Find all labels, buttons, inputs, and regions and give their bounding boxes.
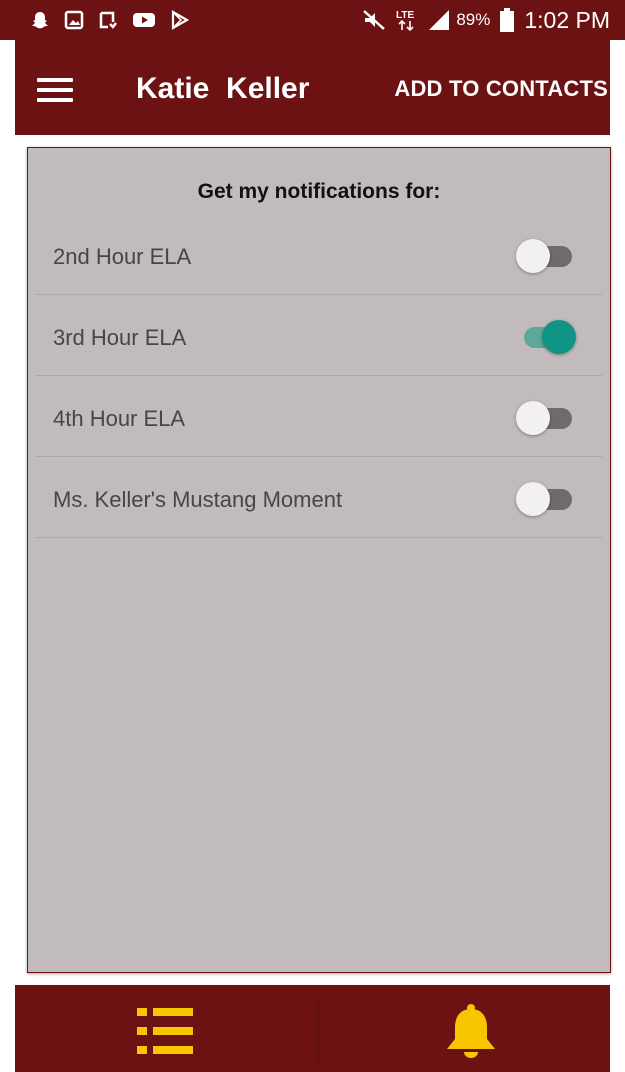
status-bar-system: LTE 89% 1:02 PM: [352, 7, 610, 34]
bell-icon: [447, 1004, 495, 1058]
notification-row-mustang-moment[interactable]: Ms. Keller's Mustang Moment: [36, 457, 602, 538]
notifications-panel: Get my notifications for: 2nd Hour ELA 3…: [27, 147, 611, 973]
tab-list[interactable]: [15, 985, 312, 1072]
notification-toggle[interactable]: [516, 482, 574, 516]
snapchat-icon: [30, 10, 50, 30]
list-icon: [137, 1008, 193, 1054]
notification-row-3rd-hour-ela[interactable]: 3rd Hour ELA: [36, 295, 602, 376]
toggle-thumb: [516, 239, 550, 273]
notification-label: Ms. Keller's Mustang Moment: [53, 487, 343, 512]
youtube-icon: [132, 10, 156, 30]
notification-row-4th-hour-ela[interactable]: 4th Hour ELA: [36, 376, 602, 457]
play-store-icon: [170, 10, 190, 30]
notification-toggle[interactable]: [516, 320, 576, 354]
notification-label: 4th Hour ELA: [53, 406, 186, 431]
toggle-thumb: [516, 401, 550, 435]
notification-list: 2nd Hour ELA 3rd Hour ELA 4th Hour ELA M…: [36, 214, 602, 538]
mute-icon: [362, 9, 386, 31]
bottom-navigation: [15, 985, 610, 1072]
notification-toggle[interactable]: [516, 239, 574, 273]
signal-icon: [428, 9, 450, 31]
page-title: Katie Keller: [136, 72, 310, 105]
gallery-icon: [64, 10, 84, 30]
clock: 1:02 PM: [524, 6, 610, 33]
battery-percent: 89%: [456, 10, 491, 29]
panel-title: Get my notifications for:: [197, 180, 441, 203]
status-bar-notifications: [30, 10, 204, 30]
add-to-contacts-button[interactable]: ADD TO CONTACTS: [394, 76, 608, 102]
toggle-thumb: [542, 320, 576, 354]
notification-row-2nd-hour-ela[interactable]: 2nd Hour ELA: [36, 214, 602, 295]
notification-label: 2nd Hour ELA: [53, 244, 192, 269]
status-bar: LTE 89% 1:02 PM: [0, 0, 625, 40]
lte-icon: LTE: [396, 8, 418, 32]
notification-toggle[interactable]: [516, 401, 574, 435]
battery-icon: [500, 8, 515, 32]
app-bar: Katie Keller ADD TO CONTACTS: [15, 40, 610, 135]
tab-notifications[interactable]: [313, 985, 610, 1072]
svg-text:LTE: LTE: [396, 10, 414, 21]
toggle-thumb: [516, 482, 550, 516]
hamburger-menu-icon[interactable]: [37, 78, 73, 102]
notification-label: 3rd Hour ELA: [53, 325, 187, 350]
device-icon: [98, 10, 118, 30]
